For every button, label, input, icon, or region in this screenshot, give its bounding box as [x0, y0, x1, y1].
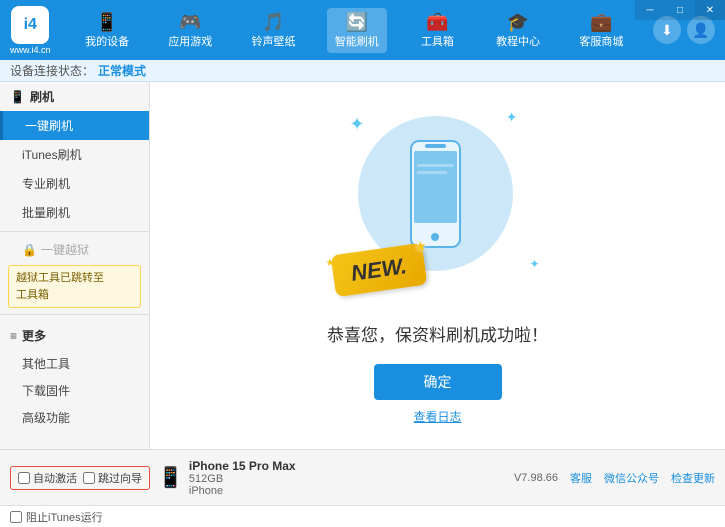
- nav-tutorial-label: 教程中心: [496, 33, 540, 49]
- auto-activate-label: 自动激活: [33, 470, 77, 486]
- confirm-button[interactable]: 确定: [374, 364, 502, 400]
- mode-label: 设备连接状态：: [10, 62, 94, 79]
- guide-activate-checkbox-label[interactable]: 跳过向导: [83, 470, 142, 486]
- nav-service[interactable]: 💼 客服商城: [571, 8, 631, 53]
- more-section-title: 更多: [22, 327, 46, 344]
- tutorial-icon: 🎓: [507, 12, 529, 33]
- nav-my-device[interactable]: 📱 我的设备: [77, 8, 137, 53]
- smart-flash-icon: 🔄: [346, 12, 368, 33]
- sidebar-item-jailbreak-disabled: 🔒 一键越狱: [0, 236, 149, 263]
- flash-section-icon: 📱: [10, 90, 25, 104]
- close-button[interactable]: ✕: [695, 0, 725, 20]
- sidebar: 📱 刷机 一键刷机 iTunes刷机 专业刷机 批量刷机 🔒 一键越狱: [0, 82, 150, 449]
- nav-tutorial[interactable]: 🎓 教程中心: [488, 8, 548, 53]
- toolbox-icon: 🧰: [426, 12, 448, 33]
- success-message: 恭喜您，保资料刷机成功啦！: [327, 321, 548, 346]
- itunes-label: 阻止iTunes运行: [26, 509, 103, 525]
- mode-value: 正常模式: [98, 62, 146, 79]
- nav-service-label: 客服商城: [579, 33, 623, 49]
- guide-activate-label: 跳过向导: [98, 470, 142, 486]
- auto-activate-section: 自动激活 跳过向导: [10, 466, 150, 490]
- sidebar-item-batch-flash[interactable]: 批量刷机: [0, 198, 149, 227]
- device-name: iPhone 15 Pro Max: [189, 459, 296, 473]
- logo: i4 www.i4.cn: [10, 6, 51, 55]
- itunes-bar: 阻止iTunes运行: [0, 505, 725, 527]
- phone-illustration: [403, 139, 468, 249]
- wechat-link[interactable]: 微信公众号: [604, 470, 659, 486]
- success-illustration: NEW. ★ ★ ✦ ✦ ✦: [328, 106, 548, 306]
- auto-activate-checkbox[interactable]: [18, 472, 30, 484]
- download-button[interactable]: ⬇: [653, 16, 681, 44]
- sidebar-item-pro-flash[interactable]: 专业刷机: [0, 169, 149, 198]
- sparkle-icon-2: ✦: [506, 109, 518, 126]
- nav-toolbox-label: 工具箱: [421, 33, 454, 49]
- sidebar-item-other-tools[interactable]: 其他工具: [0, 350, 149, 377]
- check-update-link[interactable]: 检查更新: [671, 470, 715, 486]
- jailbreak-notice: 越狱工具已跳转至工具箱: [8, 265, 141, 308]
- my-device-icon: 📱: [96, 12, 118, 33]
- guide-activate-checkbox[interactable]: [83, 472, 95, 484]
- auto-activate-checkbox-label[interactable]: 自动激活: [18, 470, 77, 486]
- device-bar: 自动激活 跳过向导 📱 iPhone 15 Pro Max 512GB iPho…: [0, 449, 725, 505]
- view-log-link[interactable]: 查看日志: [413, 408, 461, 425]
- nav-toolbox[interactable]: 🧰 工具箱: [410, 8, 465, 53]
- content-area: NEW. ★ ★ ✦ ✦ ✦ 恭喜您，保资料刷机成功啦！ 确定 查看日志: [150, 82, 725, 449]
- sidebar-item-itunes-flash[interactable]: iTunes刷机: [0, 140, 149, 169]
- device-storage: 512GB: [189, 473, 296, 485]
- flash-section-title: 刷机: [30, 88, 54, 105]
- nav-smart-flash[interactable]: 🔄 智能刷机: [327, 8, 387, 53]
- device-icon: 📱: [158, 465, 183, 490]
- ringtone-icon: 🎵: [262, 12, 284, 33]
- nav-app-games-label: 应用游戏: [168, 33, 212, 49]
- device-type: iPhone: [189, 485, 296, 497]
- mode-bar: 设备连接状态： 正常模式: [0, 60, 725, 82]
- sidebar-item-download-fw[interactable]: 下载固件: [0, 377, 149, 404]
- app-games-icon: 🎮: [179, 12, 201, 33]
- sparkle-icon-3: ✦: [529, 257, 539, 271]
- sidebar-item-one-key-flash[interactable]: 一键刷机: [0, 111, 149, 140]
- sparkle-icon: ✦: [350, 114, 365, 135]
- service-icon: 💼: [590, 12, 612, 33]
- user-button[interactable]: 👤: [687, 16, 715, 44]
- minimize-button[interactable]: ─: [635, 0, 665, 20]
- itunes-checkbox[interactable]: [10, 511, 22, 523]
- nav-ringtone-label: 铃声壁纸: [252, 33, 296, 49]
- version-label: V7.98.66: [514, 472, 558, 484]
- maximize-button[interactable]: □: [665, 0, 695, 20]
- itunes-checkbox-label[interactable]: 阻止iTunes运行: [10, 509, 103, 525]
- device-info: 📱 iPhone 15 Pro Max 512GB iPhone: [158, 459, 506, 497]
- nav-ringtone[interactable]: 🎵 铃声壁纸: [244, 8, 304, 53]
- new-badge-text: NEW.: [349, 253, 408, 286]
- skin-link[interactable]: 客服: [570, 470, 592, 486]
- more-section-icon: ≡: [10, 329, 17, 343]
- logo-url: www.i4.cn: [10, 45, 51, 55]
- nav-app-games[interactable]: 🎮 应用游戏: [160, 8, 220, 53]
- sidebar-item-advanced[interactable]: 高级功能: [0, 404, 149, 431]
- nav-my-device-label: 我的设备: [85, 33, 129, 49]
- nav-smart-flash-label: 智能刷机: [335, 33, 379, 49]
- logo-icon: i4: [24, 16, 37, 34]
